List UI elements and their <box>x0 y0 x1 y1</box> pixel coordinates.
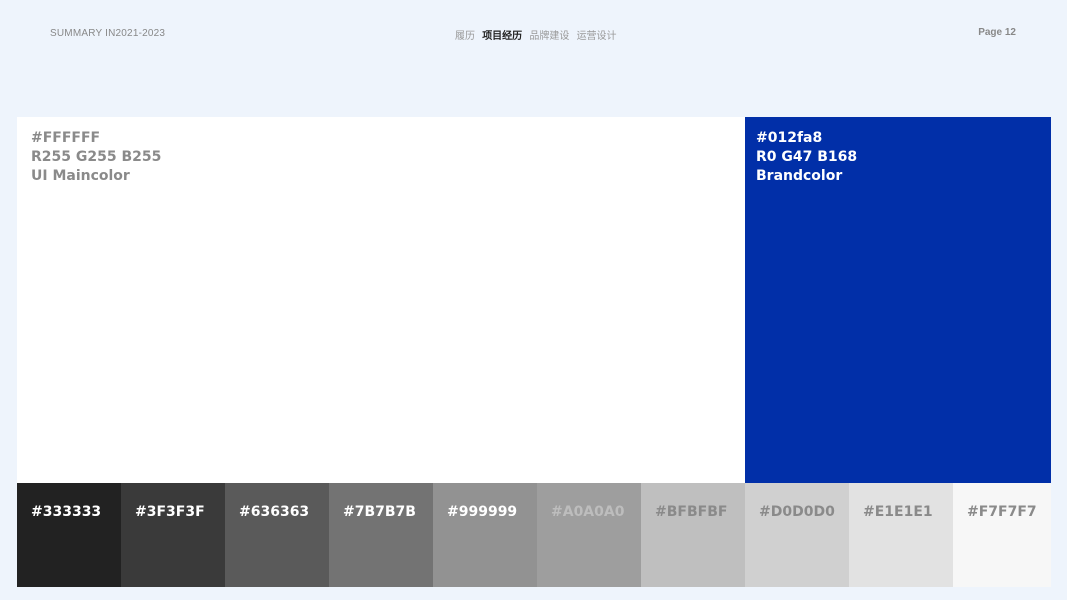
page-number: Page 12 <box>978 27 1016 38</box>
gray-swatch-label: #D0D0D0 <box>759 504 835 520</box>
nav-item-operations[interactable]: 运营设计 <box>577 31 617 42</box>
swatch-name: Brandcolor <box>756 168 843 184</box>
swatch-brandcolor: #012fa8 R0 G47 B168 Brandcolor <box>745 117 1051 483</box>
gray-swatch: #7B7B7B <box>329 483 433 587</box>
summary-label: SUMMARY IN2021-2023 <box>50 28 166 39</box>
nav-item-resume[interactable]: 履历 <box>455 31 475 42</box>
gray-swatch-label: #7B7B7B <box>343 504 416 520</box>
swatch-ui-maincolor-info: #FFFFFF R255 G255 B255 UI Maincolor <box>31 129 161 186</box>
gray-scale-row: #333333 #3F3F3F #636363 #7B7B7B #999999 … <box>17 483 1051 587</box>
gray-swatch-label: #999999 <box>447 504 518 520</box>
gray-swatch-label: #E1E1E1 <box>863 504 933 520</box>
gray-swatch: #636363 <box>225 483 329 587</box>
gray-swatch: #D0D0D0 <box>745 483 849 587</box>
gray-swatch: #A0A0A0 <box>537 483 641 587</box>
swatch-name: UI Maincolor <box>31 168 130 184</box>
gray-swatch: #BFBFBF <box>641 483 745 587</box>
page-header: SUMMARY IN2021-2023 履历 项目经历 品牌建设 运营设计 Pa… <box>0 0 1067 70</box>
nav-item-projects[interactable]: 项目经历 <box>482 31 522 42</box>
gray-swatch-label: #3F3F3F <box>135 504 205 520</box>
swatch-hex: #012fa8 <box>756 130 823 146</box>
gray-swatch-label: #F7F7F7 <box>967 504 1037 520</box>
swatch-rgb: R0 G47 B168 <box>756 149 858 165</box>
gray-swatch: #E1E1E1 <box>849 483 953 587</box>
color-palette-card: #FFFFFF R255 G255 B255 UI Maincolor #012… <box>17 117 1051 587</box>
gray-swatch: #3F3F3F <box>121 483 225 587</box>
gray-swatch-label: #BFBFBF <box>655 504 728 520</box>
swatch-brandcolor-info: #012fa8 R0 G47 B168 Brandcolor <box>756 129 857 186</box>
gray-swatch-label: #636363 <box>239 504 310 520</box>
swatch-rgb: R255 G255 B255 <box>31 149 162 165</box>
nav-item-brand[interactable]: 品牌建设 <box>529 31 569 42</box>
gray-swatch-label: #333333 <box>31 504 102 520</box>
gray-swatch: #333333 <box>17 483 121 587</box>
gray-swatch: #999999 <box>433 483 537 587</box>
swatch-hex: #FFFFFF <box>31 130 101 146</box>
gray-swatch-label: #A0A0A0 <box>551 504 625 520</box>
gray-swatch: #F7F7F7 <box>953 483 1051 587</box>
swatch-ui-maincolor: #FFFFFF R255 G255 B255 UI Maincolor <box>17 117 745 483</box>
section-nav: 履历 项目经历 品牌建设 运营设计 <box>455 27 621 42</box>
